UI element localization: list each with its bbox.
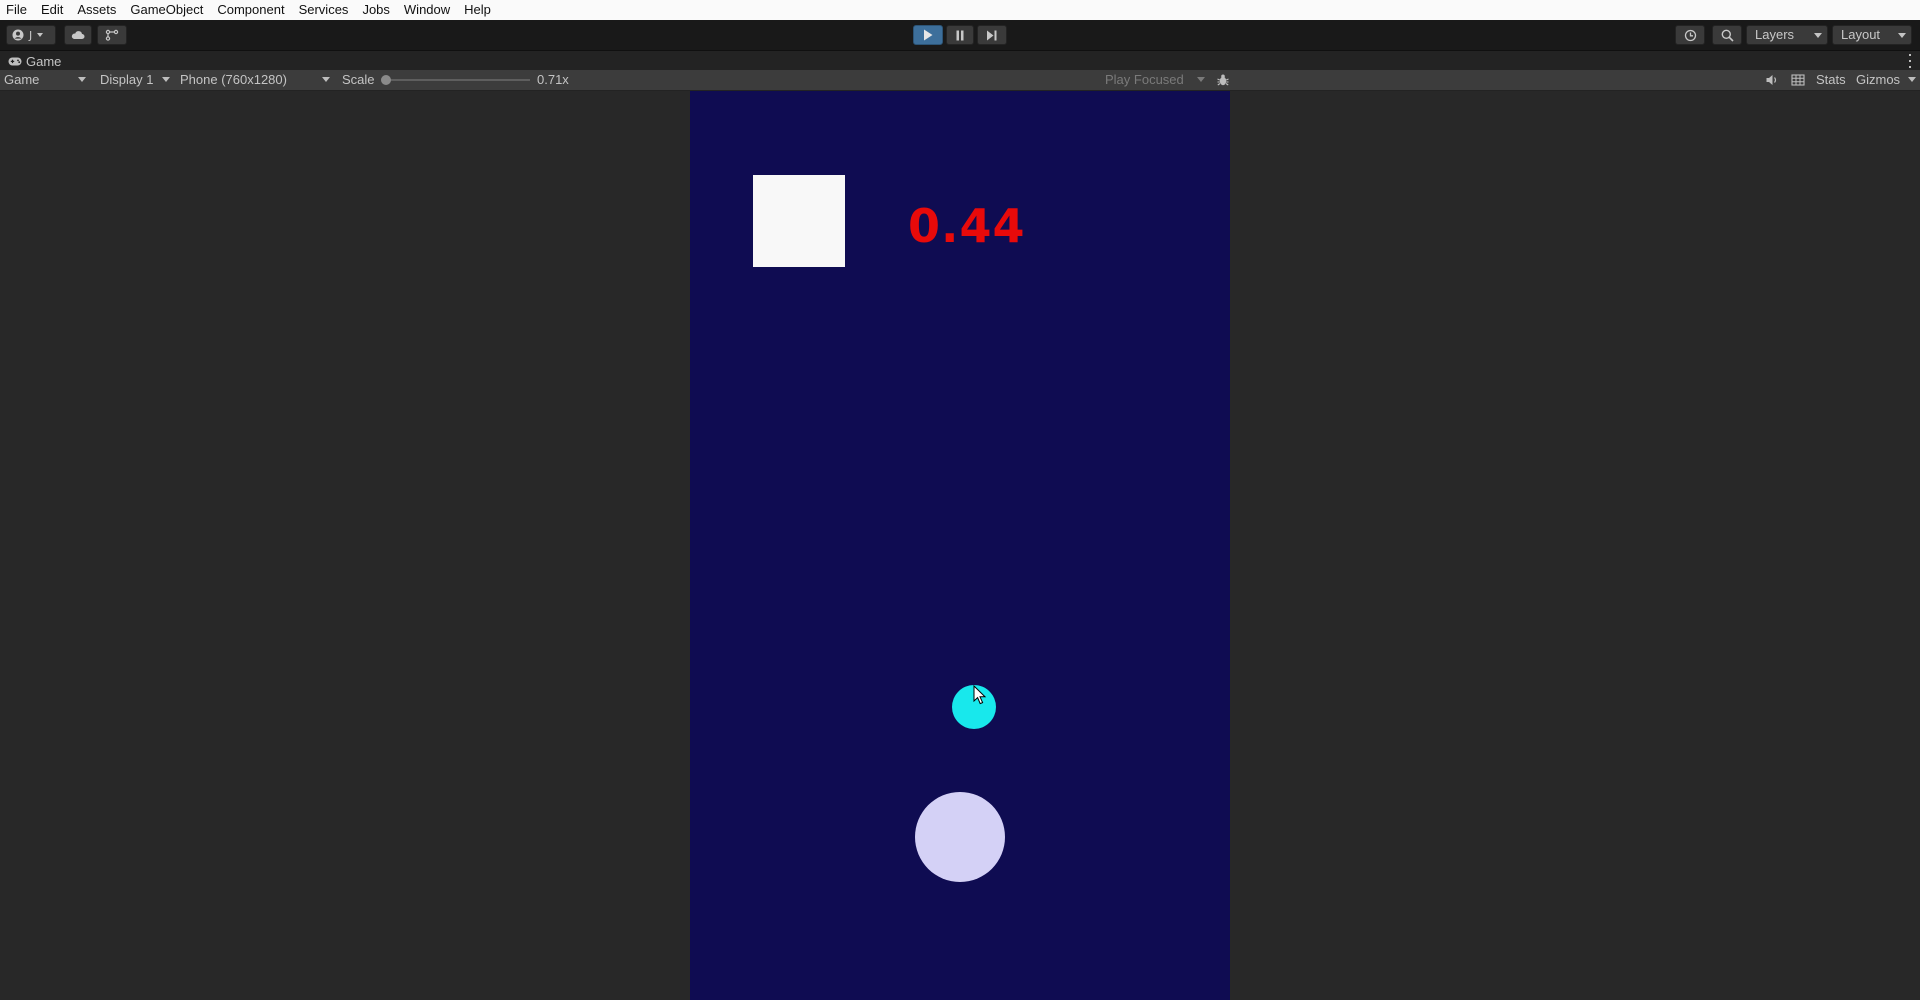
stats-button[interactable]: Stats (1816, 70, 1846, 90)
menu-services[interactable]: Services (292, 0, 356, 20)
version-control-icon (105, 29, 119, 41)
search-icon (1721, 29, 1734, 42)
more-options-icon[interactable] (1908, 54, 1912, 68)
game-view-toolbar: Game Display 1 Phone (760x1280) Scale 0.… (0, 70, 1920, 91)
version-control-button[interactable] (97, 25, 127, 45)
chevron-down-icon (162, 77, 170, 82)
resolution-label: Phone (760x1280) (180, 72, 287, 87)
play-mode-label: Play Focused (1105, 72, 1184, 87)
gizmos-dropdown[interactable]: Gizmos (1856, 70, 1916, 90)
chevron-down-icon (37, 33, 44, 37)
resolution-dropdown[interactable]: Phone (760x1280) (180, 70, 332, 90)
account-dropdown[interactable]: J (6, 25, 56, 45)
chevron-down-icon (1908, 77, 1916, 82)
account-icon (12, 29, 24, 41)
pause-button[interactable] (946, 25, 974, 45)
menu-assets[interactable]: Assets (70, 0, 123, 20)
tab-row: Game (0, 51, 1920, 71)
menu-help[interactable]: Help (457, 0, 498, 20)
tab-game[interactable]: Game (0, 51, 78, 71)
pause-icon (955, 30, 965, 41)
timer-text: 0.44 (908, 199, 1026, 253)
chevron-down-icon (322, 77, 330, 82)
menu-gameobject[interactable]: GameObject (123, 0, 210, 20)
display-label: Display 1 (100, 72, 154, 87)
cloud-icon (71, 30, 85, 40)
menu-bar: File Edit Assets GameObject Component Se… (0, 0, 1920, 20)
layers-label: Layers (1755, 27, 1795, 42)
menu-component[interactable]: Component (210, 0, 291, 20)
menu-file[interactable]: File (0, 0, 34, 20)
gamepad-icon (8, 54, 22, 69)
display-dropdown[interactable]: Display 1 (100, 70, 172, 90)
scale-slider-track[interactable] (386, 79, 530, 81)
cloud-button[interactable] (64, 25, 92, 45)
game-screen[interactable]: 0.44 (690, 91, 1230, 1000)
bug-icon[interactable] (1216, 73, 1230, 87)
chevron-down-icon (78, 77, 86, 82)
view-mode-dropdown[interactable]: Game (4, 70, 88, 90)
target-ball[interactable] (915, 792, 1005, 882)
search-button[interactable] (1712, 25, 1742, 45)
grid-icon[interactable] (1791, 73, 1805, 87)
chevron-down-icon (1898, 33, 1906, 38)
white-square-sprite (753, 175, 845, 267)
menu-window[interactable]: Window (397, 0, 457, 20)
chevron-down-icon (1197, 77, 1205, 82)
scale-value: 0.71x (537, 72, 569, 87)
play-icon (923, 29, 933, 41)
layout-label: Layout (1841, 27, 1881, 42)
view-mode-label: Game (4, 72, 40, 87)
play-button[interactable] (913, 25, 943, 45)
main-toolbar: J Layers Layout (0, 20, 1920, 51)
history-button[interactable] (1675, 25, 1705, 45)
menu-edit[interactable]: Edit (34, 0, 70, 20)
menu-jobs[interactable]: Jobs (355, 0, 396, 20)
tab-game-label: Game (26, 53, 62, 69)
layout-dropdown[interactable]: Layout (1832, 25, 1912, 45)
step-button[interactable] (977, 25, 1007, 45)
step-icon (986, 30, 998, 41)
scale-label: Scale (342, 72, 375, 87)
gizmos-label: Gizmos (1856, 72, 1901, 87)
account-label: J (29, 28, 33, 42)
chevron-down-icon (1814, 33, 1822, 38)
history-icon (1684, 29, 1697, 42)
audio-icon[interactable] (1765, 73, 1779, 87)
mouse-cursor-icon (973, 684, 987, 708)
layers-dropdown[interactable]: Layers (1746, 25, 1828, 45)
scale-slider-handle[interactable] (381, 75, 391, 85)
play-mode-dropdown[interactable]: Play Focused (1105, 70, 1207, 90)
game-viewport[interactable]: 0.44 (0, 91, 1920, 1000)
